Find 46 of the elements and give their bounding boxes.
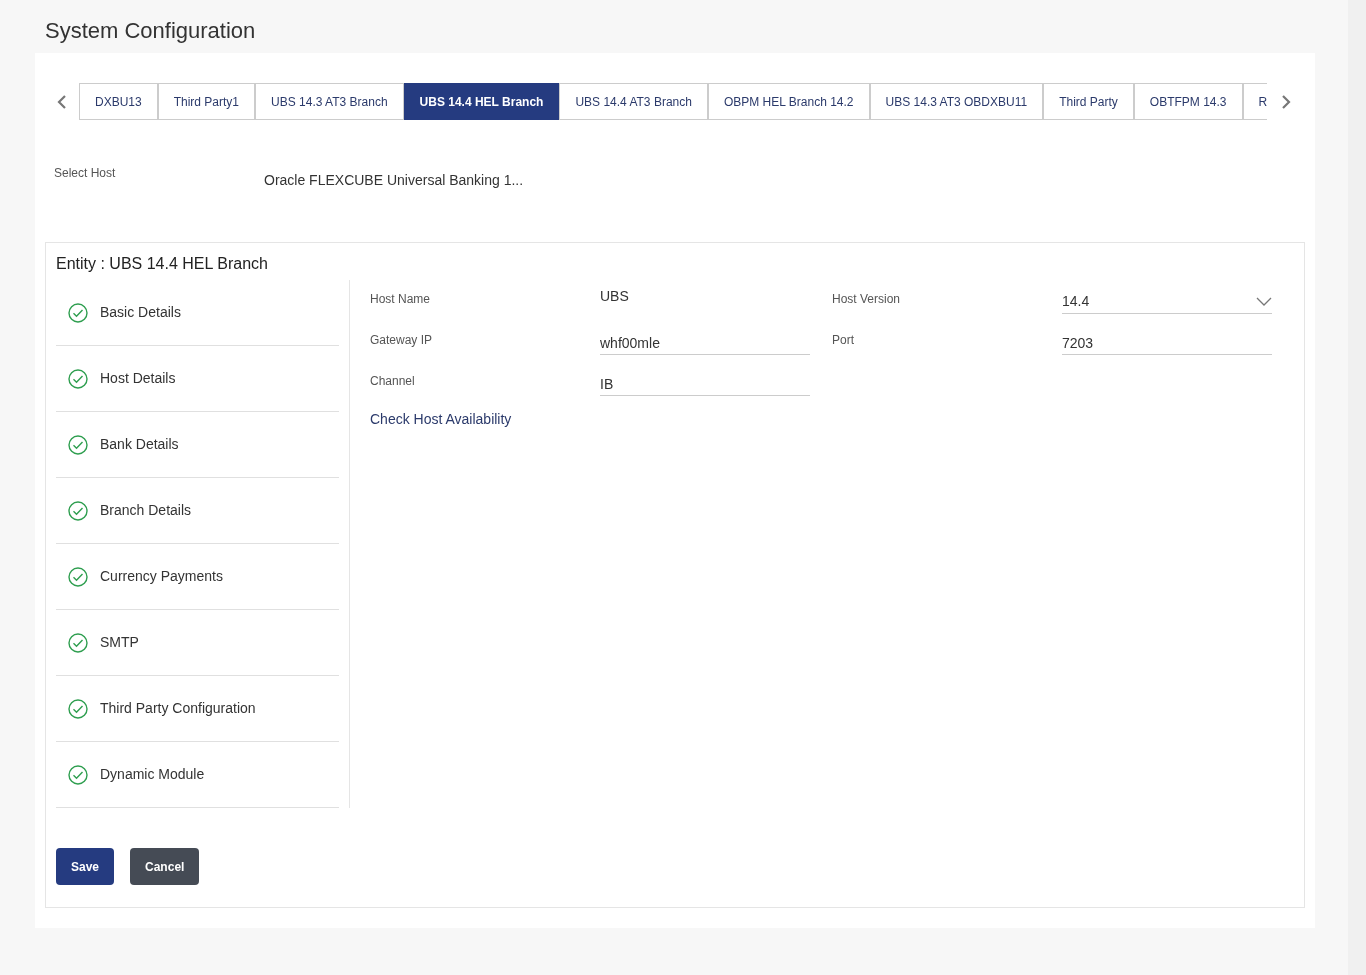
field-label: Port [832, 332, 855, 349]
branch-tab[interactable]: DXBU13 [79, 83, 158, 120]
branch-tab[interactable]: UBS 14.4 HEL Branch [403, 83, 560, 120]
check-circle-icon [68, 698, 88, 719]
step-item[interactable]: Host Details [56, 346, 339, 412]
version-dropdown[interactable]: 14.4 [1062, 282, 1272, 314]
save-button[interactable]: Save [56, 848, 115, 885]
branch-tab[interactable]: Third Party1 [157, 83, 256, 120]
check-circle-icon [68, 368, 88, 389]
check-circle-icon [68, 764, 88, 785]
input-field[interactable]: IB [600, 364, 810, 396]
field-label: Channel [370, 373, 416, 390]
chevron-right-icon[interactable] [1279, 93, 1293, 110]
check-circle-icon [68, 632, 88, 653]
check-host-link[interactable]: Check Host Availability [370, 409, 1294, 430]
check-circle-icon [68, 500, 88, 521]
branch-tab[interactable]: UBS 14.3 AT3 Branch [255, 83, 404, 120]
check-circle-icon [68, 566, 88, 587]
chevron-down-icon [1256, 296, 1272, 307]
step-item[interactable]: Dynamic Module [56, 742, 339, 808]
field-label: Gateway IP [370, 332, 434, 349]
branch-tab[interactable]: UBS 14.4 AT3 Branch [559, 83, 708, 120]
step-item[interactable]: Basic Details [56, 280, 339, 346]
step-item[interactable]: Currency Payments [56, 544, 339, 610]
branch-tab[interactable]: R [1242, 83, 1267, 120]
field-label: Select Host [54, 165, 117, 182]
branch-tab[interactable]: UBS 14.3 AT3 OBDXBU11 [869, 83, 1044, 120]
step-item[interactable]: Branch Details [56, 478, 339, 544]
chevron-left-icon[interactable] [55, 93, 69, 110]
branch-tab[interactable]: OBPM HEL Branch 14.2 [707, 83, 870, 120]
field-label: Host Name [370, 291, 432, 308]
input-field[interactable]: whf00mle [600, 323, 810, 355]
cancel-button[interactable]: Cancel [130, 848, 200, 885]
check-circle-icon [68, 434, 88, 455]
host-select[interactable]: Oracle FLEXCUBE Universal Banking 1... [264, 164, 524, 234]
step-item[interactable]: Third Party Configuration [56, 676, 339, 742]
check-circle-icon [68, 302, 88, 323]
input-field[interactable]: 7203 [1062, 323, 1272, 355]
field-value: UBS [600, 287, 629, 306]
page-title: System Configuration [45, 17, 256, 45]
step-item[interactable]: Bank Details [56, 412, 339, 478]
step-item[interactable]: SMTP [56, 610, 339, 676]
field-label: Host Version [832, 291, 902, 308]
branch-tab[interactable]: OBTFPM 14.3 [1133, 83, 1243, 120]
branch-tab[interactable]: Third Party [1043, 83, 1134, 120]
entity-title: Entity : UBS 14.4 HEL Branch [56, 254, 269, 274]
